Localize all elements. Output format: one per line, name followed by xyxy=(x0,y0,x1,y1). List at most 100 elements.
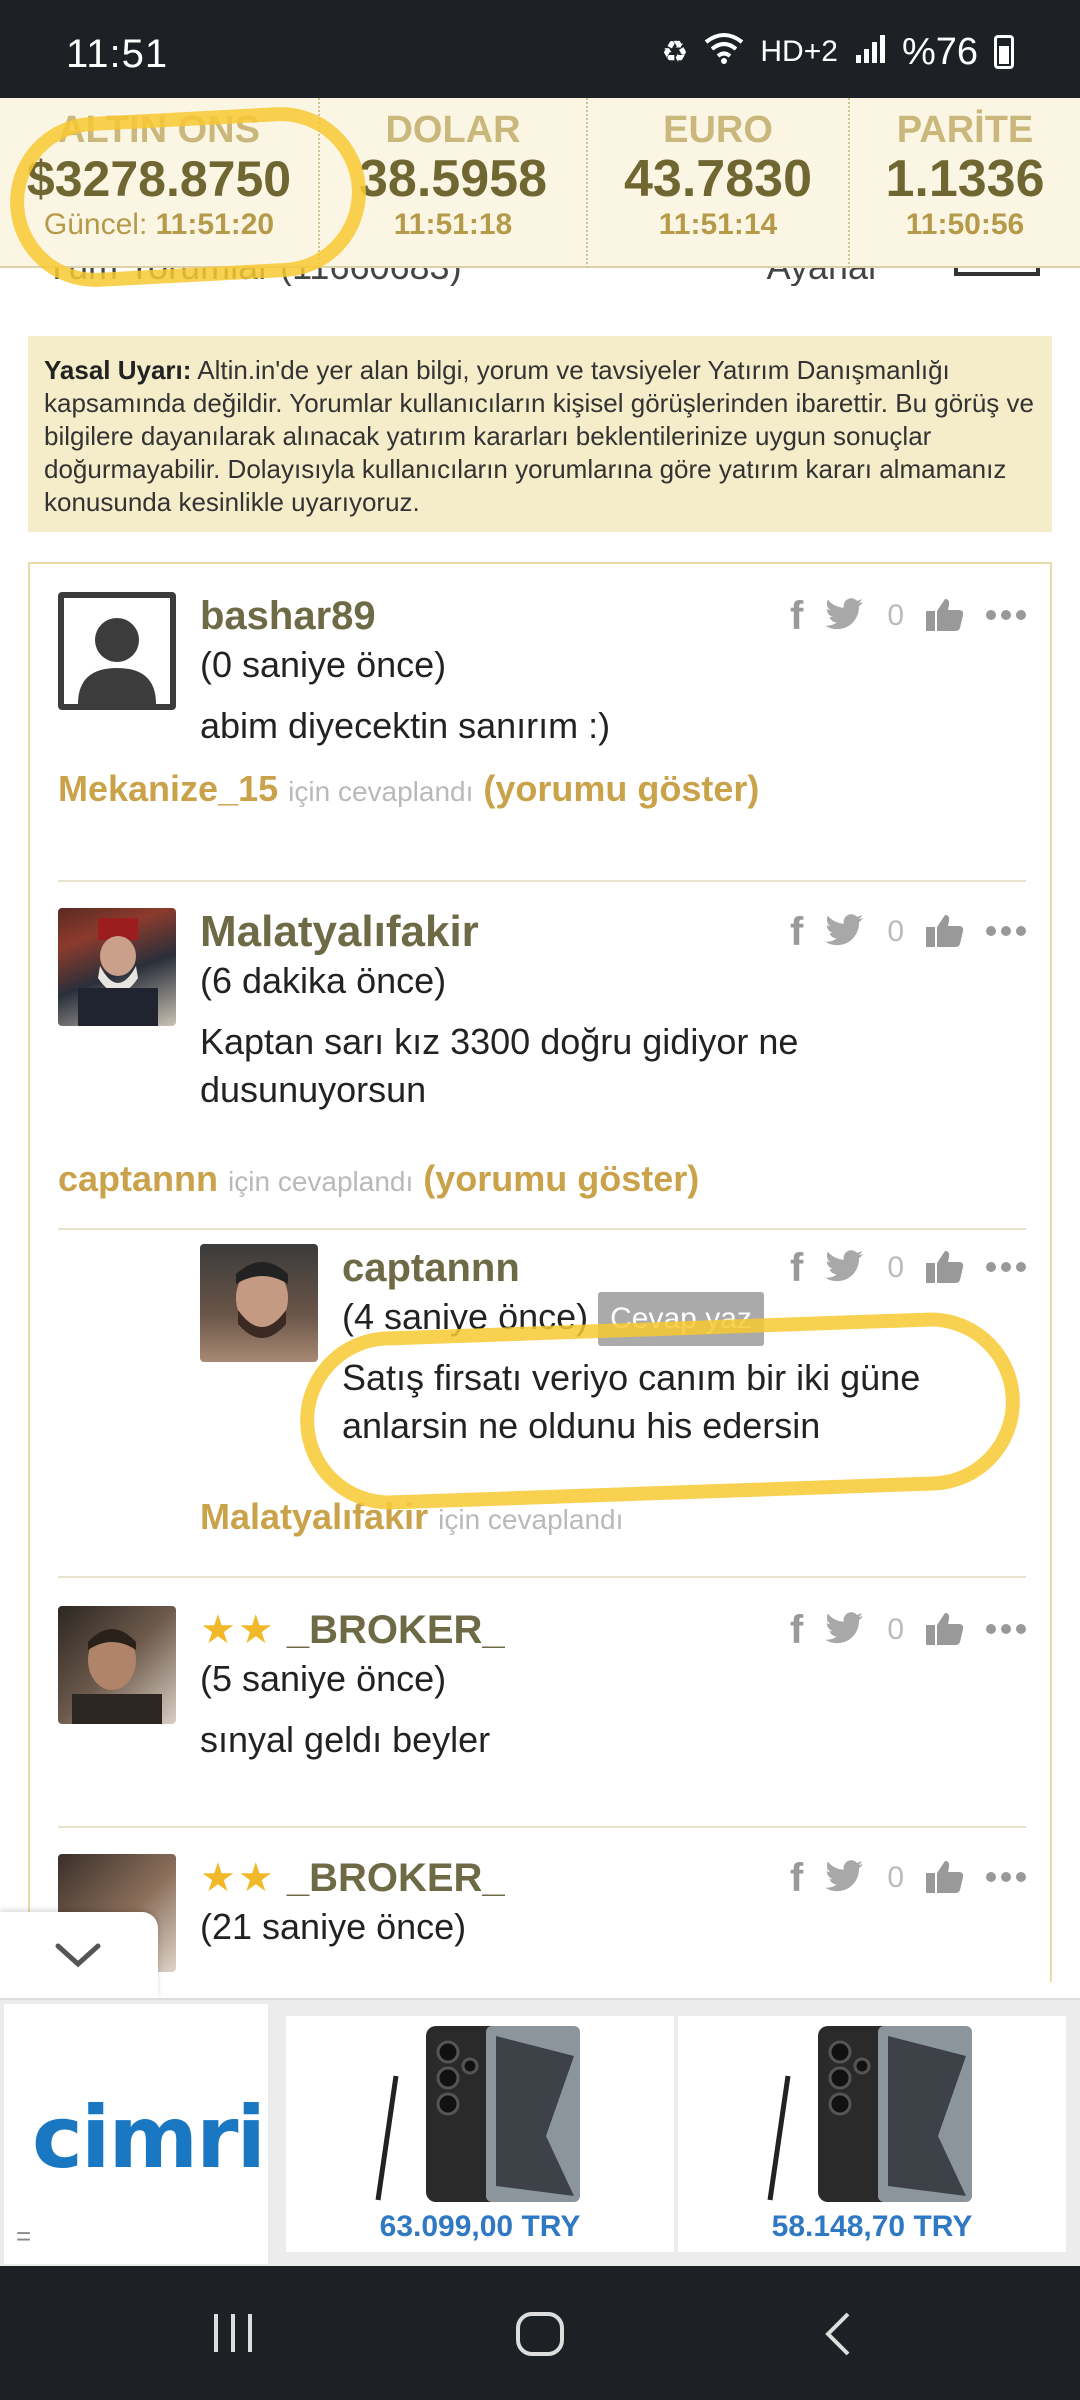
reply-mid-text: için cevaplandı xyxy=(438,1504,624,1535)
recycle-icon: ♻ xyxy=(661,35,689,69)
thumbs-up-icon[interactable] xyxy=(926,1249,964,1288)
brand-logo: cimri xyxy=(32,2088,266,2188)
comment-actions: f 0 xyxy=(790,1854,1026,1902)
ticker-parite[interactable]: PARİTE 1.1336 11:50:56 xyxy=(850,98,1080,268)
comment-item: ★★ _BROKER_ (21 saniye önce) f 0 xyxy=(58,1854,1026,1982)
ticker-time-prefix: Güncel: xyxy=(43,208,148,241)
facebook-icon[interactable]: f xyxy=(790,1246,803,1291)
comment-time: (6 dakika önce) xyxy=(200,960,447,1001)
ad-product-card[interactable]: 63.099,00 TRY xyxy=(286,2016,674,2252)
ticker-label: EURO xyxy=(663,109,773,151)
ad-collapse-button[interactable] xyxy=(0,1912,158,1998)
ticker-time: Güncel: 11:51:20 xyxy=(0,208,318,242)
comment-text: Satış firsatı veriyo canım bir iki güne … xyxy=(342,1357,921,1447)
reply-info: Mekanize_15 için cevaplandı (yorumu göst… xyxy=(58,768,759,810)
ticker-time: 11:51:18 xyxy=(393,208,513,241)
avatar-photo xyxy=(78,918,158,1026)
ticker-value: 43.7830 xyxy=(624,150,812,208)
reply-to-user[interactable]: Mekanize_15 xyxy=(58,768,278,809)
comment-item: bashar89 (0 saniye önce) abim diyecektin… xyxy=(58,592,1026,812)
comment-item-reply: captannn (4 saniye önce) Cevap yaz Satış … xyxy=(200,1244,1026,1544)
show-comment-link[interactable]: (yorumu göster) xyxy=(483,768,759,809)
phone-image xyxy=(767,2026,972,2202)
ad-product-card[interactable]: 58.148,70 TRY xyxy=(678,2016,1066,2252)
more-icon[interactable] xyxy=(986,1621,1026,1639)
status-time: 11:51 xyxy=(66,32,169,76)
more-icon[interactable] xyxy=(986,1259,1026,1277)
like-count: 0 xyxy=(887,599,904,632)
more-icon[interactable] xyxy=(986,607,1026,625)
ticker-label: DOLAR xyxy=(385,109,521,151)
ad-logo[interactable]: cimri = xyxy=(4,2004,268,2264)
avatar[interactable] xyxy=(200,1244,318,1362)
back-icon[interactable] xyxy=(818,2310,858,2358)
comment-item: ★★ _BROKER_ (5 saniye önce) sınyal geldı… xyxy=(58,1606,1026,1796)
wifi-icon xyxy=(704,32,744,72)
status-icons: ♻ HD+2 %76 xyxy=(661,30,1014,73)
like-count: 0 xyxy=(887,1613,904,1646)
signal-icon xyxy=(854,33,886,71)
legal-warning: Yasal Uyarı: Altin.in'de yer alan bilgi,… xyxy=(28,336,1052,532)
screen: { "status_bar": { "time": "11:51", "batt… xyxy=(0,0,1080,2400)
battery-percent: %76 xyxy=(901,30,978,73)
ticker-dolar[interactable]: DOLAR 38.5958 11:51:18 xyxy=(320,98,588,268)
reply-to-user[interactable]: Malatyalıfakir xyxy=(200,1496,428,1537)
twitter-icon[interactable] xyxy=(825,1249,865,1287)
ticker-euro[interactable]: EURO 43.7830 11:51:14 xyxy=(588,98,850,268)
rank-stars-icon: ★★ xyxy=(200,1608,276,1652)
twitter-icon[interactable] xyxy=(825,913,865,951)
twitter-icon[interactable] xyxy=(825,1859,865,1897)
status-bar: 11:51 ♻ HD+2 %76 xyxy=(0,0,1080,98)
show-comment-link[interactable]: (yorumu göster) xyxy=(423,1158,699,1199)
reply-mid-text: için cevaplandı xyxy=(228,1166,414,1197)
comment-time-text: (4 saniye önce) xyxy=(342,1296,589,1337)
ticker-label: PARİTE xyxy=(896,109,1034,151)
ad-banner[interactable]: cimri = 63.099,00 TRY 58.148,70 TRY xyxy=(0,1998,1080,2266)
ad-menu-icon[interactable]: = xyxy=(16,2221,31,2252)
more-icon[interactable] xyxy=(986,923,1026,941)
comment-text: abim diyecektin sanırım :) xyxy=(200,705,611,746)
comment-time: (0 saniye önce) xyxy=(200,644,447,685)
ticker-value: 38.5958 xyxy=(359,150,547,208)
twitter-icon[interactable] xyxy=(825,597,865,635)
twitter-icon[interactable] xyxy=(825,1611,865,1649)
facebook-icon[interactable]: f xyxy=(790,1608,803,1653)
recent-apps-icon[interactable] xyxy=(210,2310,256,2356)
price-ticker: ALTIN ONS $3278.8750 Güncel: 11:51:20 DO… xyxy=(0,98,1080,268)
divider xyxy=(58,1576,1026,1578)
reply-button[interactable]: Cevap yaz xyxy=(598,1292,764,1347)
phone-image xyxy=(375,2026,580,2202)
network-type: HD+2 xyxy=(760,35,838,68)
ticker-gold-ounce[interactable]: ALTIN ONS $3278.8750 Güncel: 11:51:20 xyxy=(0,98,320,268)
avatar[interactable] xyxy=(58,1606,176,1724)
username[interactable]: _BROKER_ xyxy=(287,1856,505,1900)
avatar[interactable] xyxy=(58,592,176,710)
default-user-icon xyxy=(64,598,170,704)
avatar-photo xyxy=(236,1262,288,1338)
thumbs-up-icon[interactable] xyxy=(926,1859,964,1898)
home-icon[interactable] xyxy=(514,2310,566,2358)
thumbs-up-icon[interactable] xyxy=(926,913,964,952)
battery-icon xyxy=(994,35,1014,69)
username[interactable]: _BROKER_ xyxy=(287,1608,505,1652)
thumbs-up-icon[interactable] xyxy=(926,597,964,636)
facebook-icon[interactable]: f xyxy=(790,594,803,639)
like-count: 0 xyxy=(887,915,904,948)
comment-actions: f 0 xyxy=(790,592,1026,640)
divider xyxy=(58,880,1026,882)
facebook-icon[interactable]: f xyxy=(790,910,803,955)
comment-item: Malatyalıfakir (6 dakika önce) Kaptan sa… xyxy=(58,908,1026,1208)
divider xyxy=(58,1826,1026,1828)
avatar-photo xyxy=(72,1629,162,1724)
facebook-icon[interactable]: f xyxy=(790,1856,803,1901)
comment-actions: f 0 xyxy=(790,1244,1026,1292)
reply-to-user[interactable]: captannn xyxy=(58,1158,218,1199)
more-icon[interactable] xyxy=(986,1869,1026,1887)
product-price: 58.148,70 TRY xyxy=(771,2210,973,2243)
reply-mid-text: için cevaplandı xyxy=(288,776,474,807)
comment-time: (21 saniye önce) xyxy=(200,1906,467,1947)
thumbs-up-icon[interactable] xyxy=(926,1611,964,1650)
avatar[interactable] xyxy=(58,908,176,1026)
ticker-time: 11:50:56 xyxy=(905,208,1025,241)
warning-text: Altin.in'de yer alan bilgi, yorum ve tav… xyxy=(44,355,1034,517)
